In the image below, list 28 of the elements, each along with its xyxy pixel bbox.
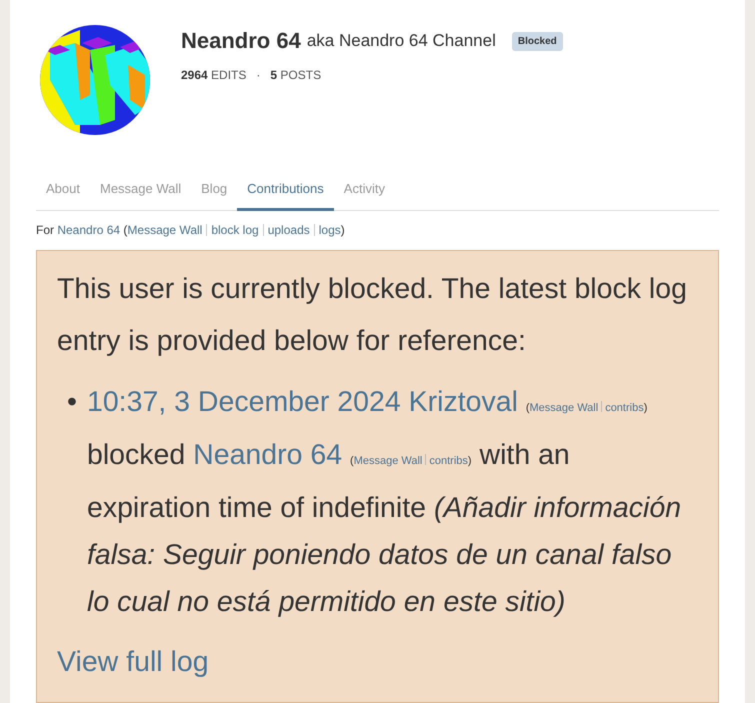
entry-small-link[interactable]: contribs [605, 402, 644, 414]
entry-link[interactable]: Kriztoval [408, 386, 518, 418]
separator-dot: · [256, 68, 260, 82]
entry-small-link[interactable]: contribs [429, 455, 468, 467]
profile-tab[interactable]: Activity [334, 175, 395, 211]
subtitle-link[interactable]: Message Wall [127, 223, 202, 237]
block-log-entry: 10:37, 3 December 2024 Kriztoval (Message Wall contribs) blocked Neandro 64 (Message Wall contribs) with an expiration time of indefinite (Añadir información falsa: Seguir poniendo datos de un canal falso lo cual no está permitido en este sitio) [86, 385, 682, 620]
list-bullet: • [67, 385, 77, 420]
user-name: Neandro 64 [181, 28, 301, 54]
entry-link[interactable]: Neandro 64 [193, 439, 342, 471]
profile-tab[interactable]: Contributions [237, 175, 334, 211]
block-notice-message: This user is currently blocked. The latest block log entry is provided below for reference: [57, 272, 688, 359]
view-full-log-link[interactable]: View full log [57, 636, 209, 688]
user-alias: aka Neandro 64 Channel [306, 31, 496, 51]
profile-tab[interactable]: Blog [191, 175, 238, 211]
stat-count: 2964 EDITS [181, 68, 246, 82]
subtitle-link[interactable]: uploads [268, 223, 310, 237]
subtitle-link[interactable]: logs [318, 223, 341, 237]
subtitle-link[interactable]: block log [211, 223, 259, 237]
entry-small-link[interactable]: Message Wall [354, 455, 422, 467]
subtitle-link[interactable]: Neandro 64 [57, 223, 120, 237]
contributions-subtitle: For Neandro 64 (Message Wall block log uploads logs) [36, 223, 346, 237]
stat-count: 5 POSTS [270, 68, 322, 82]
entry-link[interactable]: 10:37, 3 December 2024 [86, 386, 401, 418]
entry-small-link[interactable]: Message Wall [530, 402, 598, 414]
blocked-badge: Blocked [512, 32, 563, 50]
profile-tab[interactable]: Message Wall [90, 175, 192, 211]
profile-tab[interactable]: About [36, 175, 90, 211]
